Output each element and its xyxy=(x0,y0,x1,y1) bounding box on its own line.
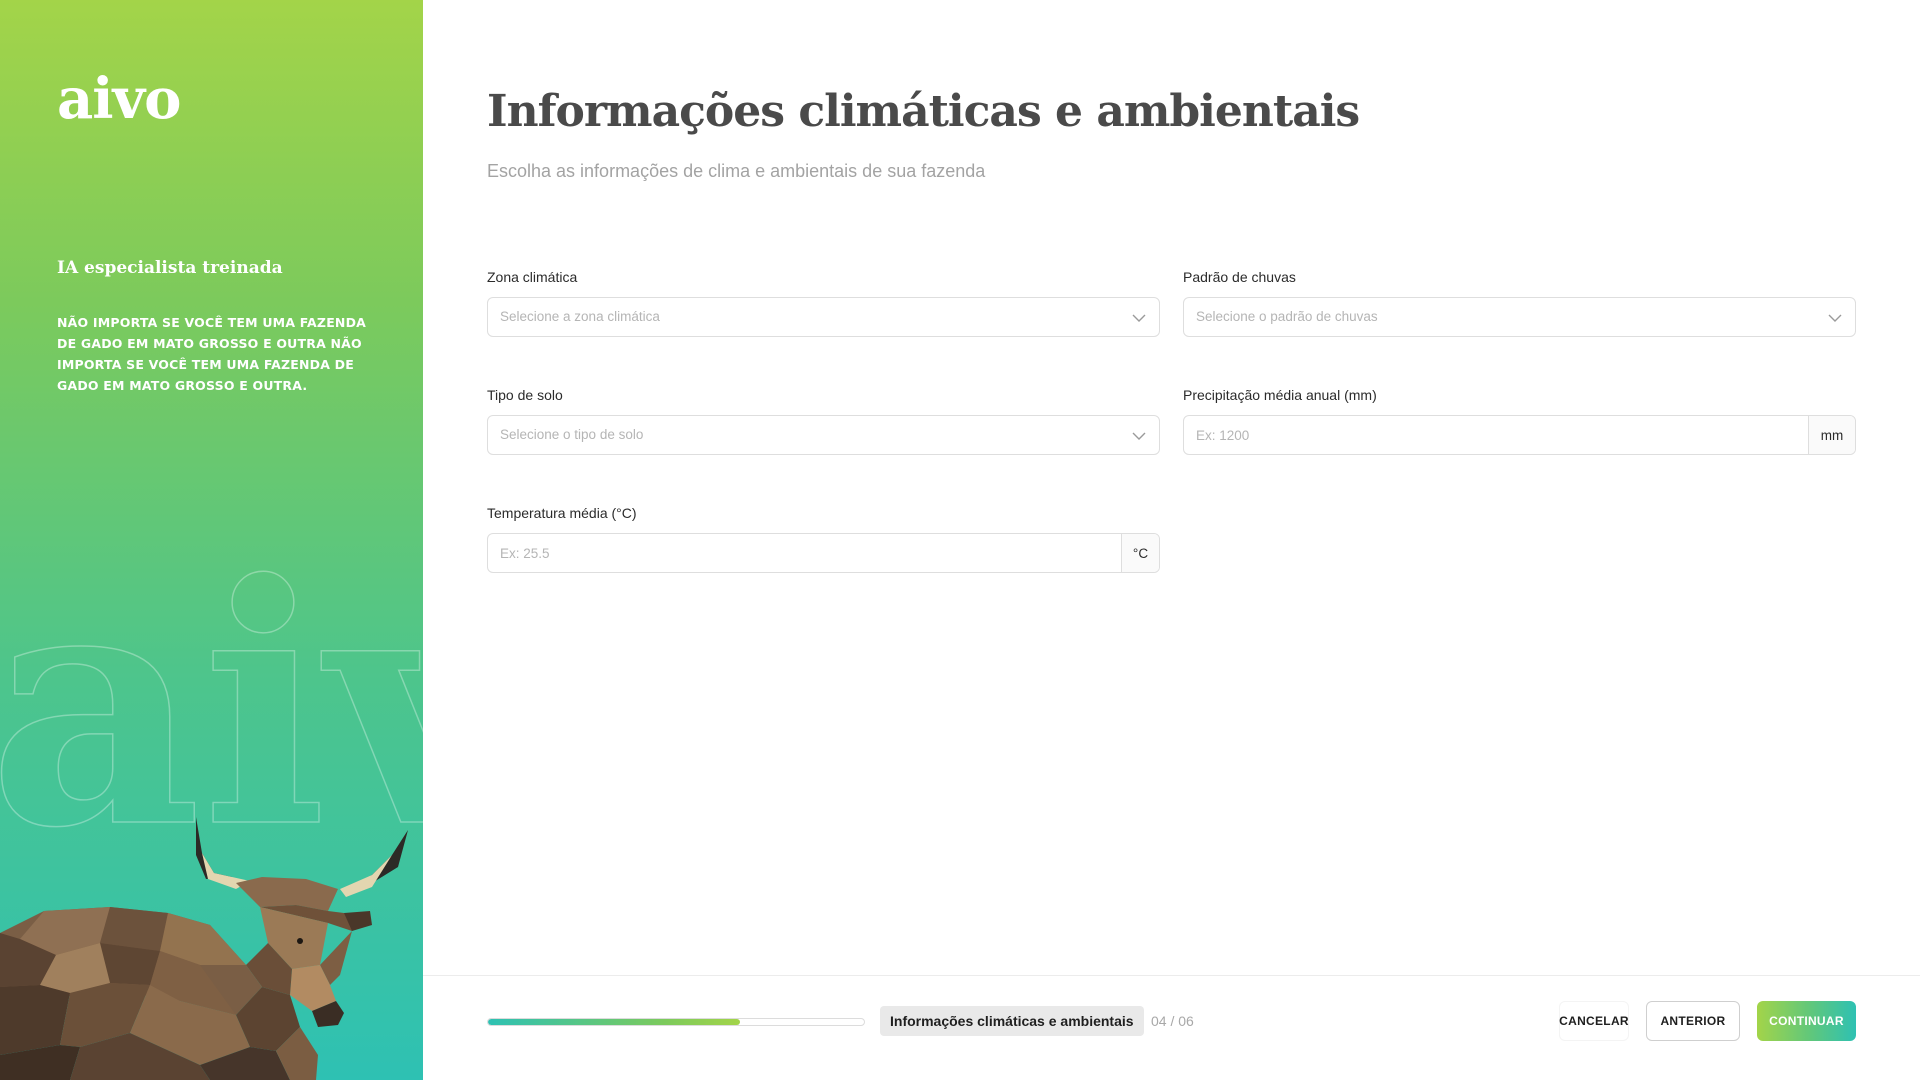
climate-zone-select[interactable]: Selecione a zona climática xyxy=(487,297,1160,337)
rain-pattern-label: Padrão de chuvas xyxy=(1183,269,1296,285)
temperature-label: Temperatura média (°C) xyxy=(487,505,637,521)
soil-type-label: Tipo de solo xyxy=(487,387,563,403)
progress-fill xyxy=(488,1019,740,1025)
precipitation-input-group: mm xyxy=(1183,415,1856,455)
main-content: Informações climáticas e ambientais Esco… xyxy=(423,0,1920,1080)
climate-zone-field: Zona climática Selecione a zona climátic… xyxy=(487,269,1160,337)
precipitation-field: Precipitação média anual (mm) mm xyxy=(1183,387,1856,455)
current-step-chip: Informações climáticas e ambientais xyxy=(880,1006,1144,1036)
chevron-down-icon xyxy=(1132,432,1146,440)
temperature-unit: °C xyxy=(1121,534,1159,572)
cancel-button[interactable]: CANCELAR xyxy=(1559,1001,1629,1041)
temperature-input[interactable] xyxy=(488,534,1121,572)
watermark-logo: aivo xyxy=(0,540,423,860)
chevron-down-icon xyxy=(1132,314,1146,322)
rain-pattern-field: Padrão de chuvas Selecione o padrão de c… xyxy=(1183,269,1856,337)
soil-type-field: Tipo de solo Selecione o tipo de solo xyxy=(487,387,1160,455)
temperature-input-group: °C xyxy=(487,533,1160,573)
page-title: Informações climáticas e ambientais xyxy=(487,86,1360,137)
wizard-footer: Informações climáticas e ambientais 04 /… xyxy=(423,975,1920,1080)
page-subtitle: Escolha as informações de clima e ambien… xyxy=(487,161,986,181)
continue-button[interactable]: CONTINUAR xyxy=(1757,1001,1856,1041)
bull-illustration xyxy=(0,817,408,1080)
temperature-field: Temperatura média (°C) °C xyxy=(487,505,1160,573)
climate-zone-placeholder: Selecione a zona climática xyxy=(500,309,660,324)
sidebar: aivo IA especialista treinada NÃO IMPORT… xyxy=(0,0,423,1080)
watermark-text: aivo xyxy=(0,540,423,860)
progress-bar xyxy=(487,1018,865,1026)
precipitation-label: Precipitação média anual (mm) xyxy=(1183,387,1377,403)
sidebar-heading: IA especialista treinada xyxy=(57,258,283,278)
soil-type-placeholder: Selecione o tipo de solo xyxy=(500,427,644,442)
chevron-down-icon xyxy=(1828,314,1842,322)
logo: aivo xyxy=(57,66,181,132)
sidebar-description: NÃO IMPORTA SE VOCÊ TEM UMA FAZENDA DE G… xyxy=(57,315,367,393)
previous-button[interactable]: ANTERIOR xyxy=(1646,1001,1740,1041)
precipitation-unit: mm xyxy=(1808,416,1855,454)
precipitation-input[interactable] xyxy=(1184,416,1808,454)
rain-pattern-select[interactable]: Selecione o padrão de chuvas xyxy=(1183,297,1856,337)
step-counter: 04 / 06 xyxy=(1151,1013,1194,1029)
rain-pattern-placeholder: Selecione o padrão de chuvas xyxy=(1196,309,1378,324)
soil-type-select[interactable]: Selecione o tipo de solo xyxy=(487,415,1160,455)
climate-zone-label: Zona climática xyxy=(487,269,578,285)
